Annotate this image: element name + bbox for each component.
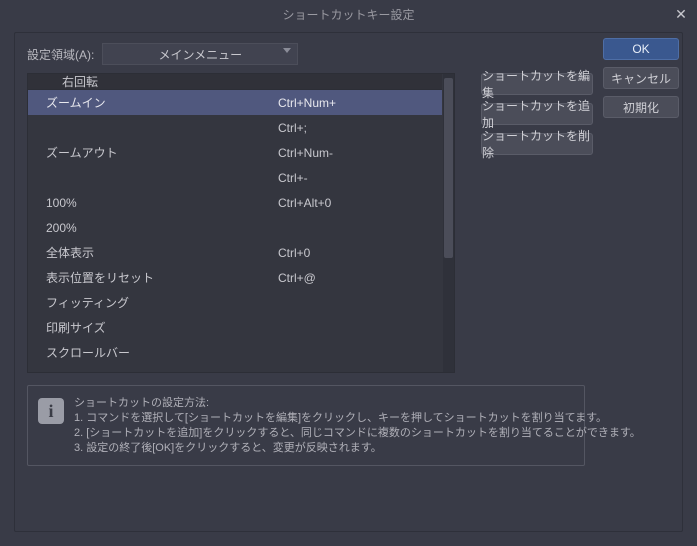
command-name: 全体表示 xyxy=(28,244,274,261)
dialog-title: ショートカットキー設定 xyxy=(282,6,414,23)
add-shortcut-button[interactable]: ショートカットを追加 xyxy=(481,103,593,125)
command-name: 印刷サイズ xyxy=(28,319,274,336)
shortcut-key: Ctrl+0 xyxy=(274,246,442,260)
help-text: ショートカットの設定方法: 1. コマンドを選択して[ショートカットを編集]をク… xyxy=(74,396,641,455)
table-row[interactable]: 全体表示Ctrl+0 xyxy=(28,240,442,265)
table-row[interactable]: Ctrl+- xyxy=(28,165,442,190)
shortcut-key: Ctrl+Num+ xyxy=(274,96,442,110)
command-name: 100% xyxy=(28,196,274,210)
table-row[interactable]: 200% xyxy=(28,215,442,240)
command-name: フィッティング xyxy=(28,294,274,311)
command-name: 右回転 xyxy=(28,74,274,90)
command-name: 200% xyxy=(28,221,274,235)
command-name: ズームイン xyxy=(28,94,274,111)
area-label: 設定領域(A): xyxy=(27,46,94,63)
main-panel: 設定領域(A): メインメニュー 右回転ズームインCtrl+Num+Ctrl+;… xyxy=(14,32,683,532)
shortcut-key: Ctrl+- xyxy=(274,171,442,185)
command-name: ズームアウト xyxy=(28,144,274,161)
cancel-button[interactable]: キャンセル xyxy=(603,67,679,89)
shortcut-key: Ctrl+Alt+0 xyxy=(274,196,442,210)
area-select[interactable]: メインメニュー xyxy=(102,43,298,65)
shortcut-key: Ctrl+; xyxy=(274,121,442,135)
edit-shortcut-button[interactable]: ショートカットを編集 xyxy=(481,73,593,95)
command-name: スクロールバー xyxy=(28,344,274,361)
table-row[interactable]: ズームインCtrl+Num+ xyxy=(28,90,442,115)
table-row[interactable]: 100%Ctrl+Alt+0 xyxy=(28,190,442,215)
table-row[interactable]: 右回転 xyxy=(28,74,442,90)
shortcut-list: 右回転ズームインCtrl+Num+Ctrl+;ズームアウトCtrl+Num-Ct… xyxy=(27,73,455,373)
table-row[interactable]: スクロールバー xyxy=(28,340,442,365)
help-box: i ショートカットの設定方法: 1. コマンドを選択して[ショートカットを編集]… xyxy=(27,385,585,466)
area-select-value: メインメニュー xyxy=(159,46,243,63)
table-row[interactable]: 表示位置をリセットCtrl+@ xyxy=(28,265,442,290)
shortcut-key: Ctrl+Num- xyxy=(274,146,442,160)
close-icon[interactable]: ✕ xyxy=(673,6,689,22)
info-icon: i xyxy=(38,398,64,424)
command-name: 表示位置をリセット xyxy=(28,269,274,286)
scrollbar[interactable] xyxy=(443,74,454,372)
scrollbar-thumb[interactable] xyxy=(444,78,453,258)
shortcut-key: Ctrl+@ xyxy=(274,271,442,285)
table-row[interactable]: Ctrl+; xyxy=(28,115,442,140)
chevron-down-icon xyxy=(283,48,291,53)
table-row[interactable]: フィッティング xyxy=(28,290,442,315)
ok-button[interactable]: OK xyxy=(603,38,679,60)
titlebar: ショートカットキー設定 ✕ xyxy=(0,0,697,28)
area-row: 設定領域(A): メインメニュー xyxy=(27,43,670,65)
table-row[interactable]: 印刷サイズ xyxy=(28,315,442,340)
reset-button[interactable]: 初期化 xyxy=(603,96,679,118)
table-row[interactable]: ズームアウトCtrl+Num- xyxy=(28,140,442,165)
delete-shortcut-button[interactable]: ショートカットを削除 xyxy=(481,133,593,155)
